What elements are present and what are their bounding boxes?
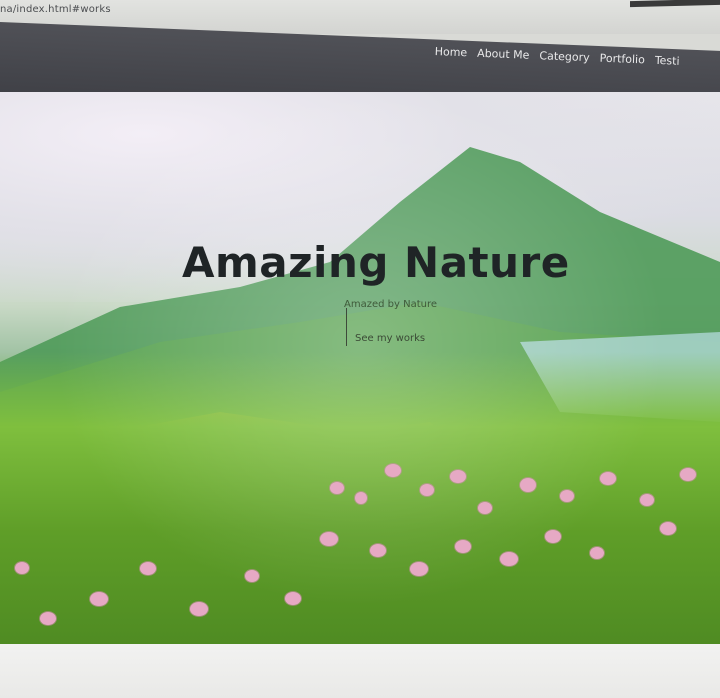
flower [500,552,518,566]
flower [285,592,301,605]
flower [245,570,259,582]
flower [410,562,428,576]
flower [385,464,401,477]
nav-item-category[interactable]: Category [539,49,590,64]
flower [560,490,574,502]
flower [140,562,156,575]
flower [520,478,536,492]
flower [478,502,492,514]
see-my-works-button[interactable]: See my works [346,308,437,346]
nav-item-about-me[interactable]: About Me [477,47,530,62]
nav-item-testimonials[interactable]: Testi [655,54,680,68]
url-text[interactable]: na/index.html#works [0,4,111,15]
hero-overlay [0,92,720,652]
flower [40,612,56,625]
flower [660,522,676,535]
flower [590,547,604,559]
flower [15,562,29,574]
flower [90,592,108,606]
flower [455,540,471,553]
flower [355,492,367,504]
hero-section: Amazing Nature Amazed by Nature See my w… [0,92,720,652]
hero-title: Amazing Nature [182,238,570,287]
flower [370,544,386,557]
flower [320,532,338,546]
bottom-section [0,644,720,698]
flower [680,468,696,481]
nav-item-portfolio[interactable]: Portfolio [599,52,645,67]
flower [545,530,561,543]
flower [640,494,654,506]
nav-item-home[interactable]: Home [434,45,467,59]
flower [420,484,434,496]
flower [190,602,208,616]
flower [330,482,344,494]
flower [450,470,466,483]
flower [600,472,616,485]
see-my-works-label[interactable]: See my works [355,333,425,344]
